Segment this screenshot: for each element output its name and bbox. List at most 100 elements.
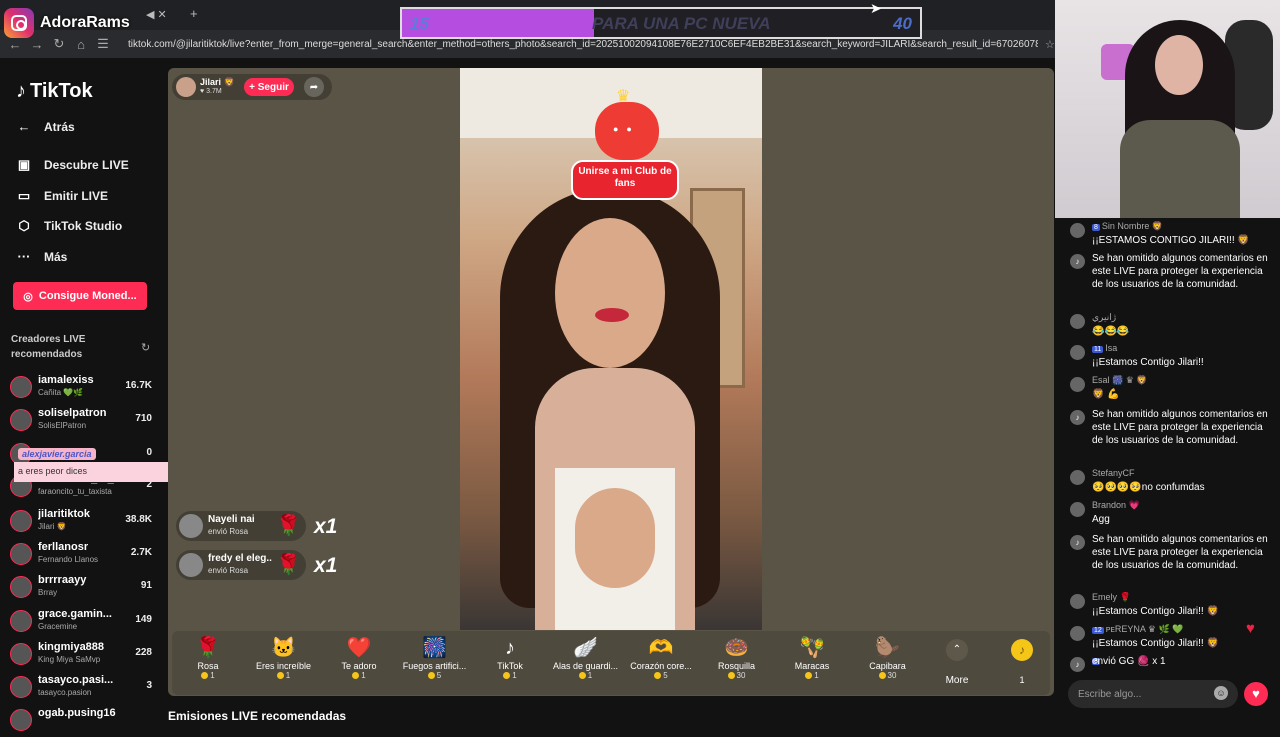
avatar	[179, 553, 203, 577]
gift-item[interactable]: 🫶 Corazón core... 5	[625, 635, 697, 680]
sidebar-item-label: Emitir LIVE	[44, 189, 109, 203]
chat-username[interactable]: ᴘᴇREYNA ♛ 🌿 💚	[1106, 624, 1184, 634]
sidebar-item-label: Descubre LIVE	[44, 158, 129, 172]
avatar	[10, 409, 32, 431]
avatar	[179, 514, 203, 538]
host-name: Jilari 🦁	[200, 77, 235, 87]
gift-action: envió Rosa	[208, 527, 249, 536]
creator-subtitle: tasayco.pasion	[38, 688, 92, 697]
gift-name: Corazón core...	[630, 661, 692, 671]
coin-icon	[201, 672, 209, 680]
chat-text: Se han omitido algunos comentarios en es…	[1092, 409, 1268, 446]
creator-viewers: 228	[135, 647, 152, 658]
sidebar-item-more[interactable]: ··· Más	[16, 249, 68, 264]
creator-viewers: 3	[146, 680, 152, 691]
gift-item[interactable]: 🍩 Rosquilla 30	[701, 635, 773, 680]
tiktok-logo[interactable]: ♪ TikTok	[16, 80, 93, 103]
get-coins-button[interactable]: ◎ Consigue Moned...	[13, 282, 147, 310]
sidebar-item-back[interactable]: ← Atrás	[16, 119, 75, 134]
streamer-webcam	[1055, 0, 1280, 218]
gift-item[interactable]: ❤️ Te adoro 1	[323, 635, 395, 680]
chat-text: envió GG 🧶 x 1	[1092, 656, 1166, 667]
gift-price: 30	[736, 671, 746, 680]
gift-name: TikTok	[497, 661, 523, 671]
gift-bar: 🌹 Rosa 1 🐱 Eres increíble 1 ❤️ Te adoro 1 🎆 Fuegos…	[172, 631, 1050, 695]
tiktok-note-icon: ♪	[1070, 657, 1085, 672]
chat-text: 🥺🥺🥺🥺no confumdas	[1092, 482, 1205, 493]
creator-item[interactable]: brrrraayy Brray 91	[10, 574, 152, 604]
sidebar: ♪ TikTok ← Atrás ▣ Descubre LIVE ▭ Emitir L…	[0, 58, 168, 731]
creator-item[interactable]: soliselpatron SolisElPatron 710	[10, 407, 152, 437]
coin-icon	[878, 672, 886, 680]
chat-username[interactable]: Esal 🎆 ♛ 🦁	[1092, 375, 1148, 385]
bookmark-star-icon[interactable]: ☆	[1045, 38, 1055, 51]
chat-username[interactable]: Isa	[1105, 343, 1117, 353]
gift-item[interactable]: 🦫 Capibara 30	[852, 635, 924, 680]
avatar	[10, 543, 32, 565]
gift-action: envió Rosa	[208, 566, 249, 575]
chat-username[interactable]: Brandon 💗	[1092, 500, 1140, 510]
url-field[interactable]: tiktok.com/@jilaritiktok/live?enter_from…	[128, 39, 1038, 50]
gift-icon: ♪	[505, 637, 515, 659]
emoji-icon[interactable]: ☺	[1214, 686, 1228, 700]
creator-viewers: 16.7K	[125, 380, 152, 391]
creator-item[interactable]: jilaritiktok Jilari 🦁 38.8K	[10, 508, 152, 538]
get-coins-label: Consigue Moned...	[38, 290, 137, 302]
host-avatar[interactable]	[176, 77, 196, 97]
gift-price: 1	[512, 671, 517, 680]
sidebar-item-go-live[interactable]: ▭ Emitir LIVE	[16, 188, 108, 204]
chat-username[interactable]: ژانیري	[1092, 312, 1116, 322]
creator-item[interactable]: kingmiya888 King Miya SaMvp 228	[10, 641, 152, 671]
new-tab-button[interactable]: +	[190, 6, 198, 21]
sidebar-item-studio[interactable]: ⬡ TikTok Studio	[16, 218, 122, 234]
heart-icon: ♥	[1246, 620, 1255, 637]
sidebar-item-label: Más	[44, 249, 68, 264]
recommended-section-title: Emisiones LIVE recomendadas	[168, 709, 347, 723]
creator-subtitle: King Miya SaMvp	[38, 655, 101, 664]
creator-name: ferllanosr	[38, 541, 89, 553]
tiktok-note-icon: ♪	[1070, 410, 1085, 425]
gift-icon: 🎆	[422, 637, 447, 659]
creator-subtitle: Gracemine	[38, 622, 78, 631]
tab-controls[interactable]: ◀ ✕	[146, 8, 167, 21]
gift-item[interactable]: ♪ TikTok 1	[474, 635, 546, 680]
creator-item[interactable]: grace.gamin... Gracemine 149	[10, 608, 152, 638]
creator-name: brrrraayy	[38, 574, 87, 586]
coin-balance-button[interactable]: ♪ 1	[1002, 639, 1042, 685]
gift-item[interactable]: 🌹 Rosa 1	[172, 635, 244, 680]
fan-club-button[interactable]: ♛ ●● Unirse a mi Club de fans	[567, 86, 683, 206]
avatar	[1070, 345, 1085, 360]
chat-username[interactable]: StefanyCF	[1092, 468, 1135, 478]
chat-username[interactable]: Sin Nombre 🦁	[1102, 221, 1163, 231]
avatar	[1070, 594, 1085, 609]
gift-item[interactable]: 🪽 Alas de guardi... 1	[550, 635, 622, 680]
tiktok-note-icon: ♪	[1070, 535, 1085, 550]
creator-subtitle: Jilari 🦁	[38, 522, 67, 531]
gift-icon: 🦫	[875, 637, 900, 659]
gift-item[interactable]: 🐱 Eres increíble 1	[248, 635, 320, 680]
creator-item[interactable]: ferllanosr Fernando Llanos 2.7K	[10, 541, 152, 571]
avatar	[1070, 223, 1085, 238]
follow-button[interactable]: + Seguir	[244, 78, 294, 96]
gift-name: Te adoro	[341, 661, 377, 671]
creator-name: kingmiya888	[38, 641, 105, 653]
sidebar-item-discover-live[interactable]: ▣ Descubre LIVE	[16, 157, 129, 173]
creator-viewers: 149	[135, 614, 152, 625]
refresh-icon[interactable]: ↻	[141, 341, 150, 354]
creator-item[interactable]: iamalexiss Cañita 💚🌿 16.7K	[10, 374, 152, 404]
coin-icon: ◎	[23, 290, 33, 303]
tiktok-note-icon: ♪	[16, 80, 26, 102]
host-info[interactable]: Jilari 🦁 ♥ 3.7M + Seguir ➦	[172, 74, 332, 100]
chat-input[interactable]: Escribe algo...	[1068, 680, 1238, 708]
like-button[interactable]: ♥	[1244, 682, 1268, 706]
gift-item[interactable]: 🪇 Maracas 1	[776, 635, 848, 680]
chat-username[interactable]: Emely 🌹	[1092, 592, 1131, 602]
creator-item[interactable]: ogab.pusing16	[10, 707, 152, 737]
logo-text: TikTok	[30, 80, 93, 102]
gift-icon: 🪇	[799, 637, 825, 659]
creator-item[interactable]: tasayco.pasi... tasayco.pasion 3	[10, 674, 152, 704]
more-gifts-button[interactable]: ⌃ More	[937, 639, 977, 686]
fan-club-label: Unirse a mi Club de fans	[571, 160, 679, 200]
share-icon[interactable]: ➦	[304, 77, 324, 97]
gift-item[interactable]: 🎆 Fuegos artifici... 5	[399, 635, 471, 680]
